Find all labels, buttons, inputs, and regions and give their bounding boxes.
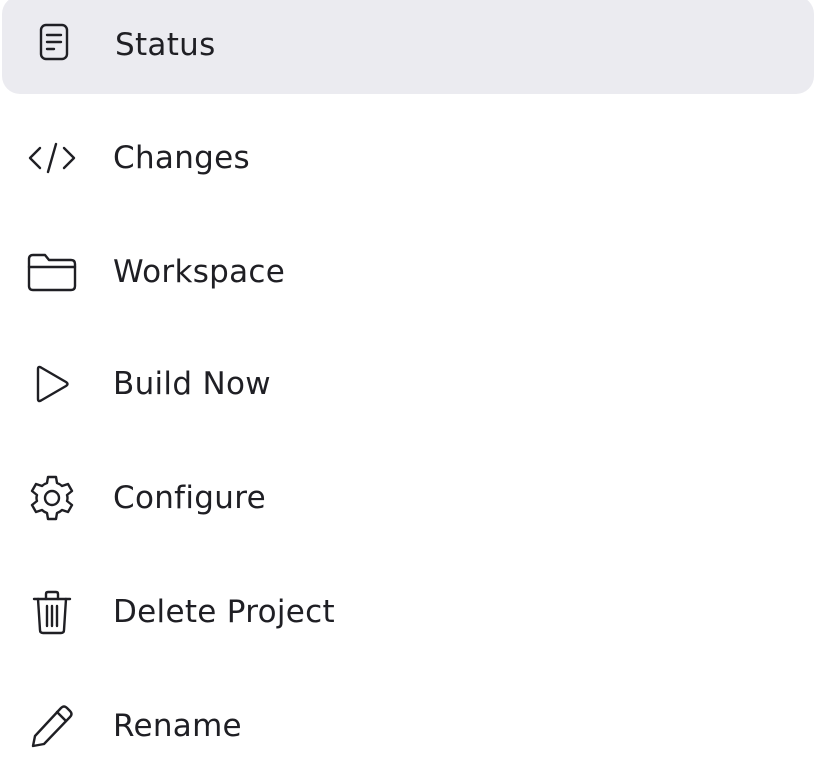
play-icon (26, 358, 78, 410)
pencil-icon (26, 700, 78, 752)
folder-icon (26, 246, 78, 298)
menu-item-build-now[interactable]: Build Now (0, 334, 816, 434)
trash-icon (26, 586, 78, 638)
side-menu: Status Changes Workspace Build Now Confi… (0, 0, 816, 755)
menu-item-changes[interactable]: Changes (0, 108, 816, 208)
menu-item-rename[interactable]: Rename (0, 676, 816, 776)
menu-item-label: Rename (113, 707, 242, 744)
code-icon (26, 132, 78, 184)
menu-item-status[interactable]: Status (2, 0, 814, 94)
menu-item-label: Delete Project (113, 593, 335, 630)
gear-icon (26, 472, 78, 524)
menu-item-label: Configure (113, 479, 266, 516)
menu-item-label: Status (115, 26, 216, 63)
menu-item-configure[interactable]: Configure (0, 448, 816, 548)
menu-item-label: Workspace (113, 253, 286, 290)
document-icon (28, 19, 80, 71)
menu-item-workspace[interactable]: Workspace (0, 222, 816, 322)
menu-item-label: Changes (113, 139, 250, 176)
menu-item-label: Build Now (113, 365, 271, 402)
menu-item-delete-project[interactable]: Delete Project (0, 562, 816, 662)
